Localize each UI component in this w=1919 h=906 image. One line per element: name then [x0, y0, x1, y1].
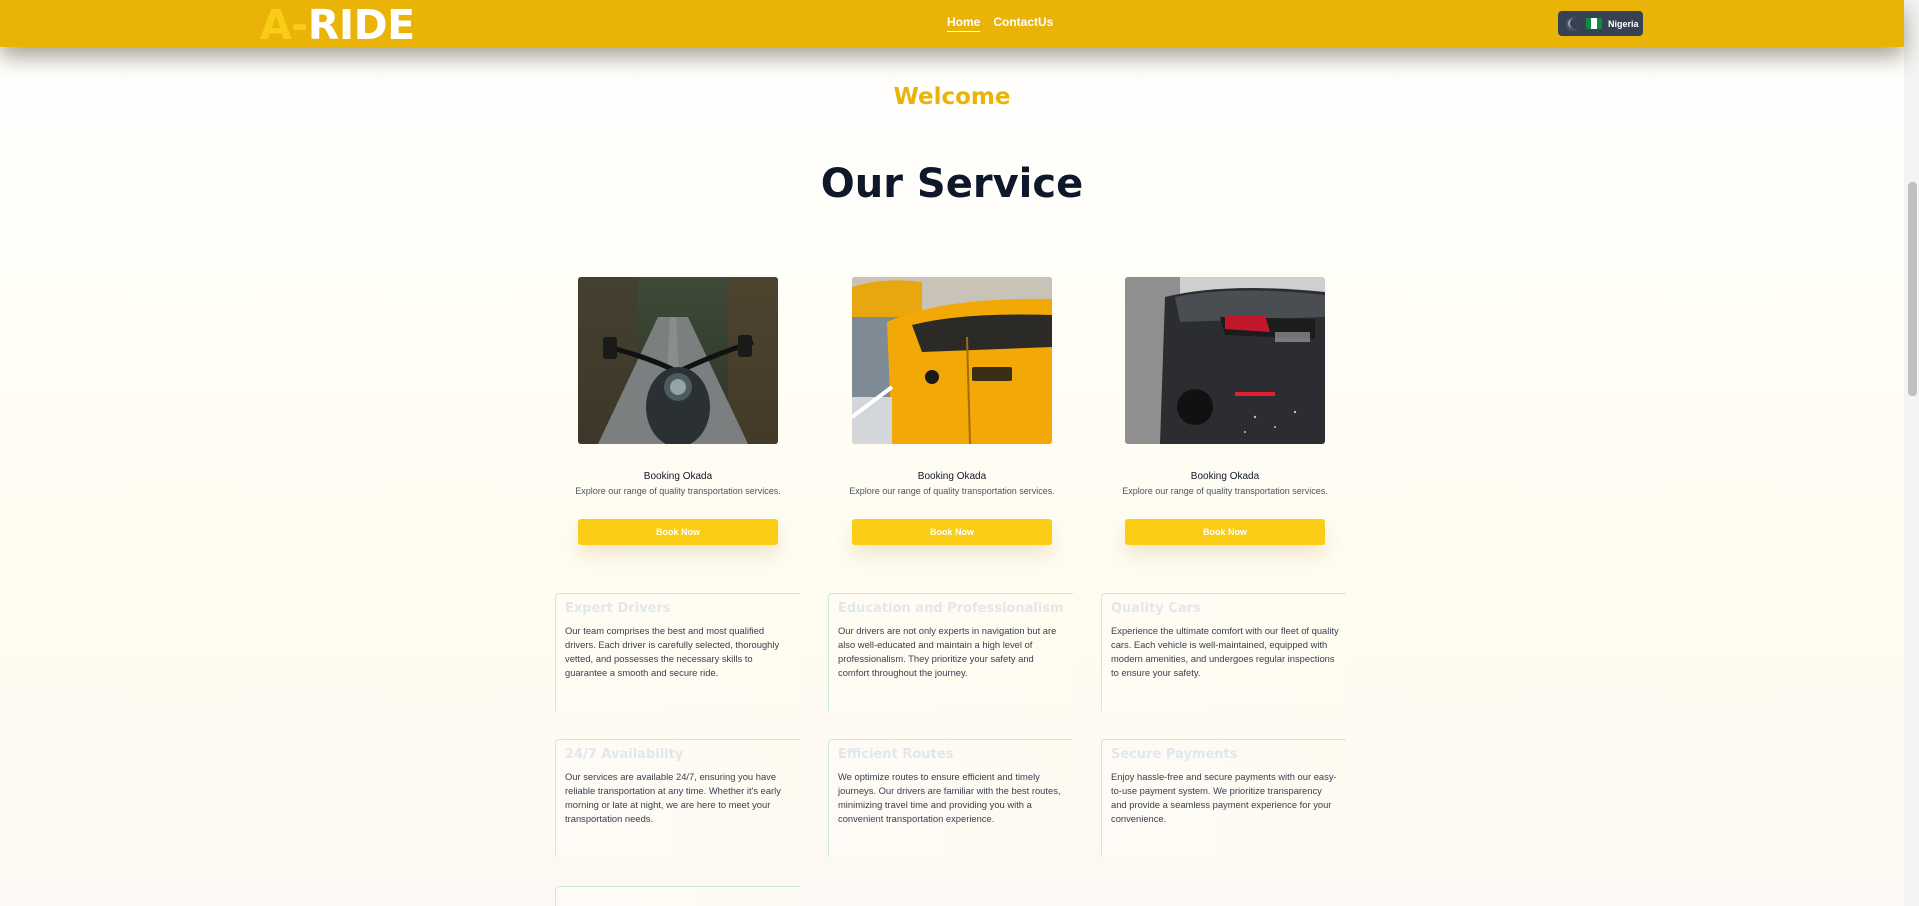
book-now-button[interactable]: Book Now: [1125, 519, 1325, 545]
service-card: Booking Okada Explore our range of quali…: [849, 277, 1055, 545]
main-nav: Home ContactUs: [947, 15, 1053, 32]
yellow-taxi-photo: [852, 277, 1052, 444]
vertical-scrollbar[interactable]: [1904, 0, 1919, 906]
dark-car-photo: [1125, 277, 1325, 444]
feature-title: Education and Professionalism: [838, 601, 1064, 616]
scrollbar-thumb[interactable]: [1908, 182, 1917, 396]
top-navbar: A-RIDE Home ContactUs Nigeria: [0, 0, 1904, 48]
feature-card: Efficient Routes We optimize routes to e…: [828, 739, 1073, 857]
feature-card: Secure Payments Enjoy hassle-free and se…: [1101, 739, 1346, 857]
moon-icon[interactable]: [1566, 16, 1581, 31]
feature-title: Secure Payments: [1111, 747, 1238, 762]
book-now-button[interactable]: Book Now: [852, 519, 1052, 545]
feature-card: Expert Drivers Our team comprises the be…: [555, 593, 800, 711]
feature-card: Education and Professionalism Our driver…: [828, 593, 1073, 711]
theme-locale-toggle[interactable]: Nigeria: [1558, 11, 1643, 36]
service-title: Booking Okada: [643, 471, 713, 482]
logo-text-prefix: A-: [260, 1, 308, 49]
brand-logo[interactable]: A-RIDE: [260, 2, 415, 48]
feature-card-partial: [555, 886, 800, 906]
service-description: Explore our range of quality transportat…: [1122, 486, 1328, 496]
book-now-button[interactable]: Book Now: [578, 519, 778, 545]
nav-link-home[interactable]: Home: [947, 15, 981, 32]
feature-text: Enjoy hassle-free and secure payments wi…: [1111, 771, 1337, 824]
feature-text: Experience the ultimate comfort with our…: [1111, 625, 1339, 678]
feature-title: Quality Cars: [1111, 601, 1201, 616]
section-title: Our Service: [820, 161, 1084, 207]
welcome-heading: Welcome: [893, 84, 1011, 110]
nigeria-flag-icon: [1586, 18, 1602, 29]
service-card: Booking Okada Explore our range of quali…: [1122, 277, 1328, 545]
service-description: Explore our range of quality transportat…: [575, 486, 781, 496]
feature-text: Our drivers are not only experts in navi…: [838, 625, 1057, 678]
feature-text: We optimize routes to ensure efficient a…: [838, 771, 1061, 824]
feature-text: Our services are available 24/7, ensurin…: [565, 771, 781, 824]
nav-link-contact[interactable]: ContactUs: [993, 15, 1053, 32]
feature-card: Quality Cars Experience the ultimate com…: [1101, 593, 1346, 711]
feature-title: Expert Drivers: [565, 601, 671, 616]
feature-title: 24/7 Availability: [565, 747, 684, 762]
logo-text-main: RIDE: [307, 1, 415, 49]
locale-label: Nigeria: [1608, 18, 1639, 29]
service-title: Booking Okada: [917, 471, 987, 482]
feature-title: Efficient Routes: [838, 747, 954, 762]
feature-card: 24/7 Availability Our services are avail…: [555, 739, 800, 857]
service-title: Booking Okada: [1190, 471, 1260, 482]
service-description: Explore our range of quality transportat…: [849, 486, 1055, 496]
motorcycle-road-photo: [578, 277, 778, 444]
service-card: Booking Okada Explore our range of quali…: [575, 277, 781, 545]
feature-text: Our team comprises the best and most qua…: [565, 625, 780, 678]
